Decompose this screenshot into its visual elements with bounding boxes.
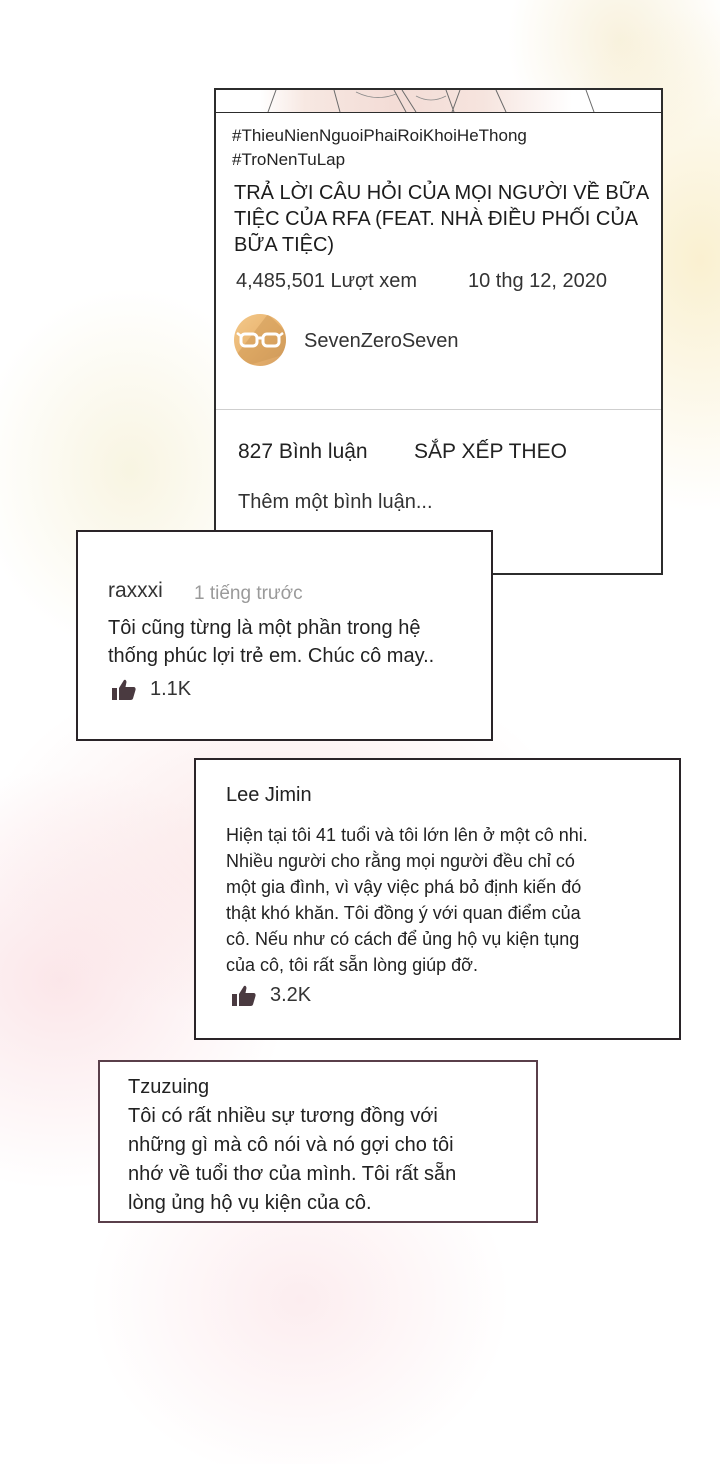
comment-username[interactable]: raxxxi [108, 579, 163, 603]
thumbs-up-icon [112, 679, 136, 700]
like-button[interactable]: 1.1K [112, 678, 191, 701]
comments-count: 827 Bình luận [238, 440, 368, 463]
like-count: 3.2K [270, 984, 312, 1006]
video-thumbnail-strip[interactable] [216, 90, 661, 113]
channel-name[interactable]: SevenZeroSeven [304, 330, 459, 353]
comment-card: Lee Jimin Hiện tại tôi 41 tuổi và tôi lớ… [194, 758, 681, 1040]
like-button[interactable]: 3.2K [232, 984, 311, 1007]
glasses-icon [234, 314, 286, 366]
video-title: TRẢ LỜI CÂU HỎI CỦA MỌI NGƯỜI VỀ BỮA TIỆ… [234, 182, 649, 256]
like-count: 1.1K [150, 678, 192, 700]
hashtag-2[interactable]: #TroNenTuLap [232, 150, 345, 170]
comment-username[interactable]: Tzuzuing [128, 1076, 209, 1099]
sort-by-button[interactable]: SẮP XẾP THEO [414, 440, 567, 464]
comment-text: Tôi có rất nhiều sự tương đồng với những… [128, 1105, 457, 1214]
upload-date: 10 thg 12, 2020 [468, 270, 608, 292]
video-card: #ThieuNienNguoiPhaiRoiKhoiHeThong #TroNe… [214, 88, 663, 575]
hashtag-1[interactable]: #ThieuNienNguoiPhaiRoiKhoiHeThong [232, 126, 527, 146]
add-comment-input[interactable]: Thêm một bình luận... [238, 491, 433, 514]
thumbnail-sketch [267, 90, 595, 112]
comment-card: raxxxi 1 tiếng trước Tôi cũng từng là mộ… [76, 530, 493, 741]
comment-username[interactable]: Lee Jimin [226, 784, 312, 807]
view-count: 4,485,501 Lượt xem [236, 270, 418, 292]
thumbs-up-icon [232, 985, 256, 1006]
channel-avatar[interactable] [234, 314, 286, 366]
divider [216, 409, 661, 410]
comment-text: Hiện tại tôi 41 tuổi và tôi lớn lên ở mộ… [226, 825, 588, 975]
comment-text: Tôi cũng từng là một phần trong hệ thống… [108, 617, 435, 667]
comment-timestamp: 1 tiếng trước [194, 583, 303, 604]
comment-card: Tzuzuing Tôi có rất nhiều sự tương đồng … [98, 1060, 538, 1223]
